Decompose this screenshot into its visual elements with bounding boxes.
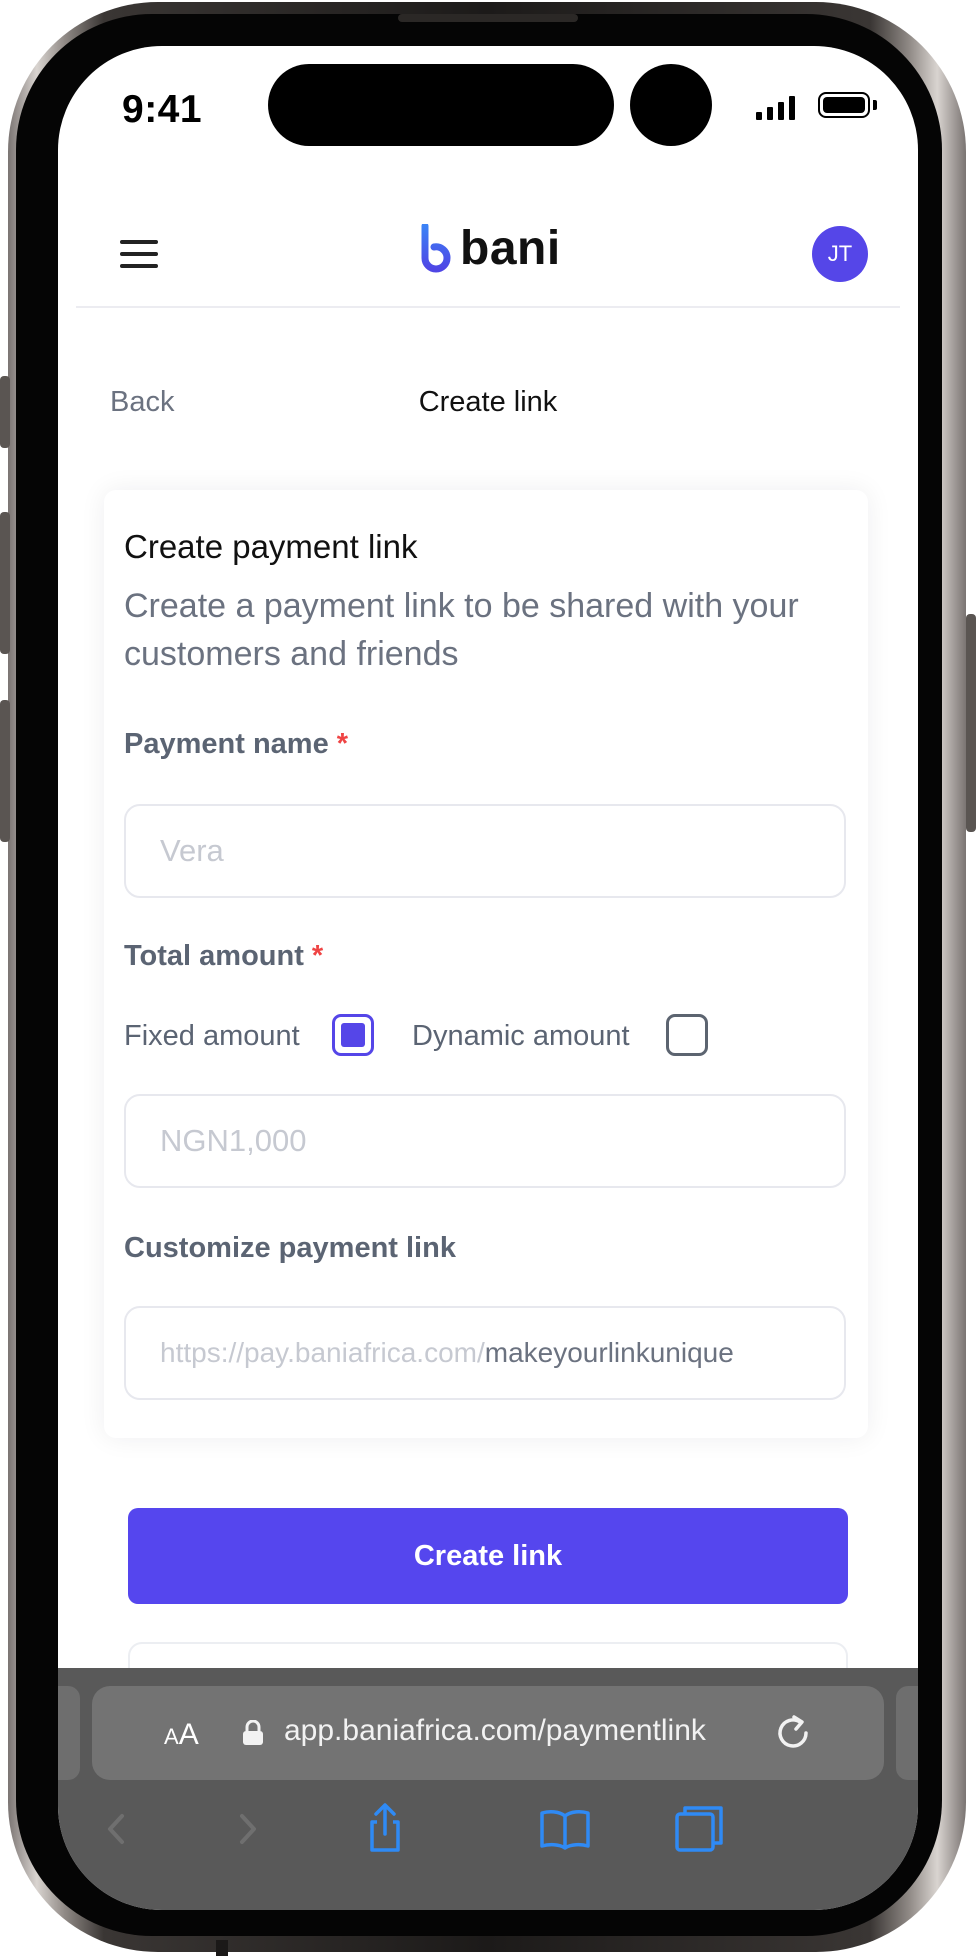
tabs-icon[interactable] <box>672 1802 726 1856</box>
front-camera <box>630 64 712 146</box>
user-avatar[interactable]: JT <box>812 226 868 282</box>
side-button <box>0 700 10 842</box>
payment-name-label: Payment name * <box>124 728 348 761</box>
back-icon[interactable] <box>90 1802 144 1856</box>
brand-name: bani <box>460 222 561 275</box>
dynamic-amount-label[interactable]: Dynamic amount <box>412 1020 630 1053</box>
side-button <box>0 376 10 448</box>
dynamic-island <box>268 64 614 146</box>
bani-logo-icon <box>421 224 451 273</box>
payment-name-label-text: Payment name <box>124 728 329 760</box>
fixed-amount-checkbox[interactable] <box>332 1014 374 1056</box>
side-button <box>0 512 10 654</box>
previous-tab-edge[interactable] <box>58 1686 80 1780</box>
total-amount-label-text: Total amount <box>124 940 304 972</box>
next-tab-edge[interactable] <box>896 1686 918 1780</box>
card-title: Create payment link <box>124 528 418 565</box>
phone-screen: 9:41 bani JT Back Create link Create pay… <box>58 46 918 1910</box>
create-link-button[interactable]: Create link <box>128 1508 848 1604</box>
customize-link-label: Customize payment link <box>124 1232 456 1264</box>
checkbox-fill <box>341 1023 365 1047</box>
battery-icon <box>818 92 870 118</box>
fixed-amount-label[interactable]: Fixed amount <box>124 1020 300 1053</box>
header-divider <box>76 306 900 308</box>
cellular-signal-icon <box>756 96 795 120</box>
required-mark: * <box>311 940 324 972</box>
amount-placeholder: NGN1,000 <box>160 1123 307 1158</box>
address-url[interactable]: app.baniafrica.com/paymentlink <box>284 1714 706 1748</box>
amount-input[interactable]: NGN1,000 <box>124 1094 846 1188</box>
custom-link-input[interactable]: https://pay.baniafrica.com/makeyourlinku… <box>124 1306 846 1400</box>
hamburger-menu-icon[interactable] <box>120 240 158 268</box>
reload-icon[interactable] <box>772 1712 814 1754</box>
text-size-small: A <box>164 1724 179 1749</box>
payment-name-input[interactable]: Vera <box>124 804 846 898</box>
side-button <box>966 614 976 832</box>
card-description: Create a payment link to be shared with … <box>124 587 799 673</box>
text-size-button[interactable]: AA <box>164 1718 199 1752</box>
forward-icon[interactable] <box>220 1802 274 1856</box>
link-suffix: makeyourlinkunique <box>484 1337 734 1368</box>
total-amount-label: Total amount * <box>124 940 323 973</box>
status-time: 9:41 <box>122 88 203 131</box>
frame-nub <box>216 1940 228 1956</box>
page-title: Create link <box>418 386 558 418</box>
brand-logo[interactable]: bani <box>418 224 561 274</box>
dynamic-amount-checkbox[interactable] <box>666 1014 708 1056</box>
text-size-large: A <box>178 1718 199 1751</box>
share-icon[interactable] <box>358 1802 412 1856</box>
lock-icon <box>243 1720 263 1745</box>
link-prefix: https://pay.baniafrica.com/ <box>160 1337 485 1368</box>
payment-name-placeholder: Vera <box>160 833 224 868</box>
battery-tip <box>873 100 877 110</box>
speaker-grille <box>398 14 578 22</box>
bookmarks-icon[interactable] <box>538 1802 592 1856</box>
required-mark: * <box>336 728 348 760</box>
